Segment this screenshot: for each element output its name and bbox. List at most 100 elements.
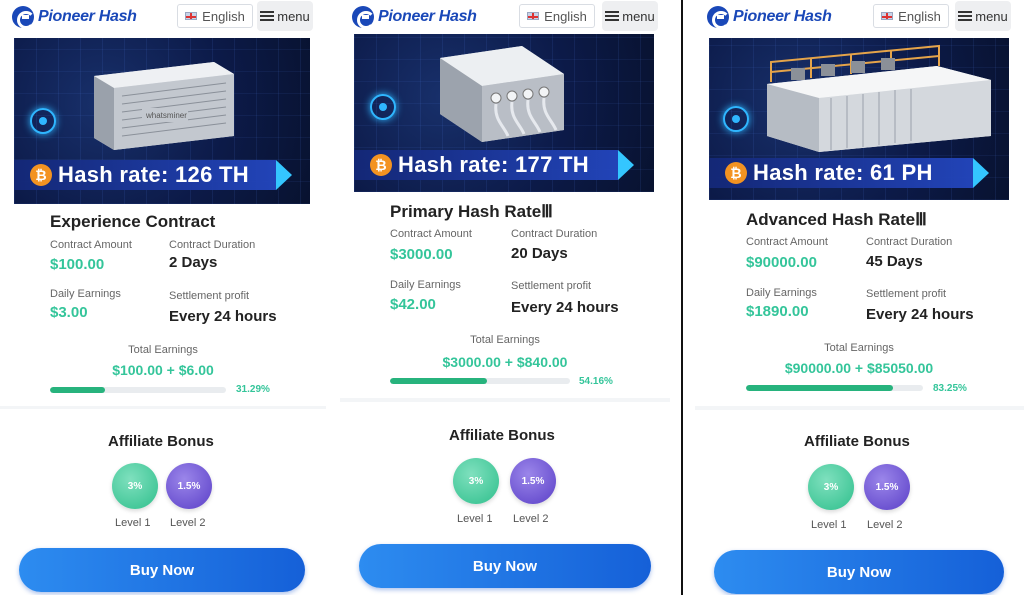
amount-label: Contract Amount [50, 239, 132, 251]
affiliate-title: Affiliate Bonus [108, 433, 214, 450]
total-label: Total Earnings [470, 334, 540, 346]
level-1-label: Level 1 [115, 517, 151, 529]
menu-label: menu [622, 8, 655, 24]
duration-label: Contract Duration [169, 239, 256, 251]
level-2-badge: 1.5% [510, 458, 556, 504]
progress-percent: 54.16% [579, 376, 613, 387]
top-bar: Pioneer Hash English menu [0, 0, 326, 38]
uk-flag-icon [527, 12, 540, 20]
daily-value: $1890.00 [746, 303, 809, 320]
contract-title: Advanced Hash RateⅢ [746, 210, 927, 229]
chevron-right-icon [973, 158, 989, 188]
hash-rate-banner: ₿ Hash rate: 177 TH [354, 150, 634, 180]
settlement-value: Every 24 hours [169, 308, 277, 325]
affiliate-title: Affiliate Bonus [449, 427, 555, 444]
panel-1: Pioneer Hash English menu whatsminer ₿ H… [0, 0, 326, 595]
bitcoin-icon: ₿ [30, 164, 52, 186]
amount-label: Contract Amount [746, 236, 828, 248]
hero-image: ₿ Hash rate: 61 PH [709, 38, 1009, 200]
amount-value: $100.00 [50, 256, 105, 273]
brand-logo[interactable]: Pioneer Hash [352, 6, 477, 29]
level-2-badge: 1.5% [864, 464, 910, 510]
language-button[interactable]: English [519, 4, 595, 28]
level-1-badge: 3% [112, 463, 158, 509]
duration-label: Contract Duration [866, 236, 953, 248]
language-label: English [202, 8, 245, 24]
menu-button[interactable]: menu [955, 1, 1011, 31]
settlement-value: Every 24 hours [866, 306, 974, 323]
language-button[interactable]: English [177, 4, 253, 28]
daily-value: $3.00 [50, 304, 88, 321]
level-1-label: Level 1 [811, 519, 847, 531]
language-label: English [898, 8, 941, 24]
top-bar: Pioneer Hash English menu [695, 0, 1024, 38]
pioneer-logo-icon [707, 6, 730, 29]
contract-card: whatsminer ₿ Hash rate: 126 TH Experienc… [0, 38, 326, 406]
settlement-label: Settlement profit [169, 290, 250, 302]
bitcoin-icon: ₿ [370, 154, 392, 176]
progress-bar [746, 385, 923, 391]
glow-ring-icon [30, 108, 56, 134]
language-label: English [544, 8, 587, 24]
menu-label: menu [975, 8, 1008, 24]
total-value: $3000.00 + $840.00 [442, 354, 568, 370]
level-2-label: Level 2 [867, 519, 903, 531]
hash-rate-text: Hash rate: 126 TH [58, 162, 249, 187]
daily-value: $42.00 [390, 296, 436, 313]
brand-name: Pioneer Hash [378, 8, 477, 25]
duration-value: 45 Days [866, 253, 923, 270]
buy-now-button[interactable]: Buy Now [19, 548, 305, 592]
affiliate-card: Affiliate Bonus 3% 1.5% Level 1 Level 2 … [0, 409, 326, 595]
screenshot-divider [681, 0, 683, 595]
amount-value: $90000.00 [746, 254, 817, 271]
progress-bar [390, 378, 570, 384]
hamburger-icon [958, 11, 973, 21]
brand-logo[interactable]: Pioneer Hash [707, 6, 832, 29]
contract-title: Experience Contract [50, 212, 216, 231]
menu-button[interactable]: menu [602, 1, 658, 31]
glow-ring-icon [370, 94, 396, 120]
duration-label: Contract Duration [511, 228, 598, 240]
uk-flag-icon [881, 12, 894, 20]
language-button[interactable]: English [873, 4, 949, 28]
menu-label: menu [277, 8, 310, 24]
daily-label: Daily Earnings [50, 288, 121, 300]
level-1-badge: 3% [453, 458, 499, 504]
level-2-label: Level 2 [170, 517, 206, 529]
progress-bar [50, 387, 226, 393]
level-1-label: Level 1 [457, 513, 493, 525]
duration-value: 2 Days [169, 254, 218, 271]
settlement-label: Settlement profit [511, 280, 592, 292]
level-2-badge: 1.5% [166, 463, 212, 509]
hamburger-icon [260, 11, 275, 21]
panel-3: Pioneer Hash English menu ₿ Hash rate: 6… [695, 0, 1024, 595]
level-2-label: Level 2 [513, 513, 549, 525]
hash-rate-text: Hash rate: 177 TH [398, 152, 589, 177]
pioneer-logo-icon [352, 6, 375, 29]
pioneer-logo-icon [12, 6, 35, 29]
contract-card: ₿ Hash rate: 177 TH Primary Hash RateⅢ C… [340, 34, 670, 398]
brand-name: Pioneer Hash [38, 8, 137, 25]
hash-rate-text: Hash rate: 61 PH [753, 160, 933, 185]
progress-fill [50, 387, 106, 393]
buy-now-button[interactable]: Buy Now [359, 544, 651, 588]
bitcoin-icon: ₿ [725, 162, 747, 184]
brand-logo[interactable]: Pioneer Hash [12, 6, 137, 29]
miner-container-image [767, 44, 991, 152]
contract-card: ₿ Hash rate: 61 PH Advanced Hash RateⅢ C… [695, 38, 1024, 406]
miner-brand-text: whatsminer [145, 111, 187, 120]
uk-flag-icon [185, 12, 198, 20]
menu-button[interactable]: menu [257, 1, 313, 31]
affiliate-card: Affiliate Bonus 3% 1.5% Level 1 Level 2 … [340, 402, 670, 595]
affiliate-title: Affiliate Bonus [804, 433, 910, 450]
buy-now-button[interactable]: Buy Now [714, 550, 1004, 594]
total-value: $90000.00 + $85050.00 [784, 360, 934, 376]
settlement-label: Settlement profit [866, 288, 947, 300]
hash-rate-banner: ₿ Hash rate: 126 TH [14, 160, 292, 190]
miner-machine-image: whatsminer [94, 62, 234, 150]
chevron-right-icon [618, 150, 634, 180]
hamburger-icon [605, 11, 620, 21]
amount-label: Contract Amount [390, 228, 472, 240]
top-bar: Pioneer Hash English menu [340, 0, 670, 38]
hero-image: ₿ Hash rate: 177 TH [354, 34, 654, 192]
